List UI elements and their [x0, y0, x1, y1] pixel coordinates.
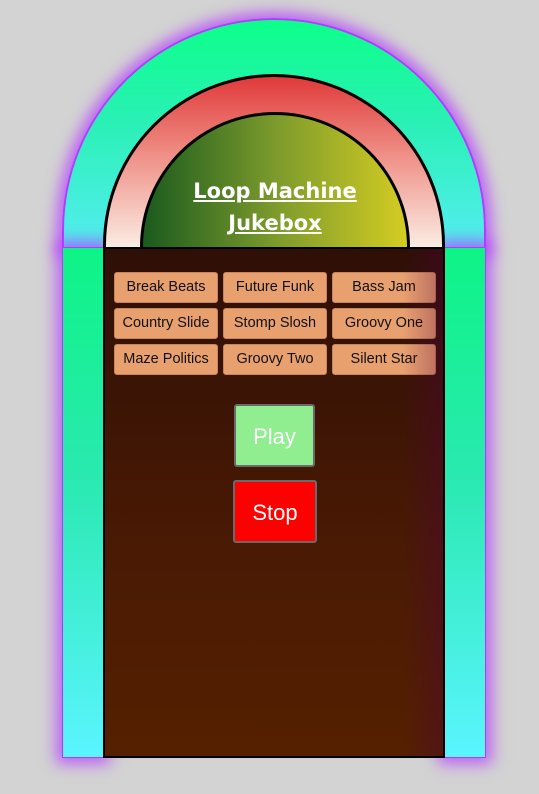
arch-divider [103, 247, 445, 249]
song-button-silent-star[interactable]: Silent Star [332, 344, 436, 375]
song-button-future-funk[interactable]: Future Funk [223, 272, 327, 303]
song-selection-grid: Break Beats Future Funk Bass Jam Country… [114, 272, 436, 375]
neon-right-pillar [444, 247, 486, 758]
song-button-groovy-two[interactable]: Groovy Two [223, 344, 327, 375]
song-button-stomp-slosh[interactable]: Stomp Slosh [223, 308, 327, 339]
song-button-country-slide[interactable]: Country Slide [114, 308, 218, 339]
song-button-break-beats[interactable]: Break Beats [114, 272, 218, 303]
jukebox: Loop Machine Jukebox Break Beats Future … [62, 18, 486, 758]
song-button-bass-jam[interactable]: Bass Jam [332, 272, 436, 303]
play-button[interactable]: Play [234, 404, 315, 467]
neon-left-pillar [62, 247, 104, 758]
song-button-groovy-one[interactable]: Groovy One [332, 308, 436, 339]
song-button-maze-politics[interactable]: Maze Politics [114, 344, 218, 375]
stop-button[interactable]: Stop [233, 480, 317, 543]
jukebox-cabinet: Break Beats Future Funk Bass Jam Country… [103, 247, 445, 758]
jukebox-title: Loop Machine Jukebox [193, 179, 357, 235]
